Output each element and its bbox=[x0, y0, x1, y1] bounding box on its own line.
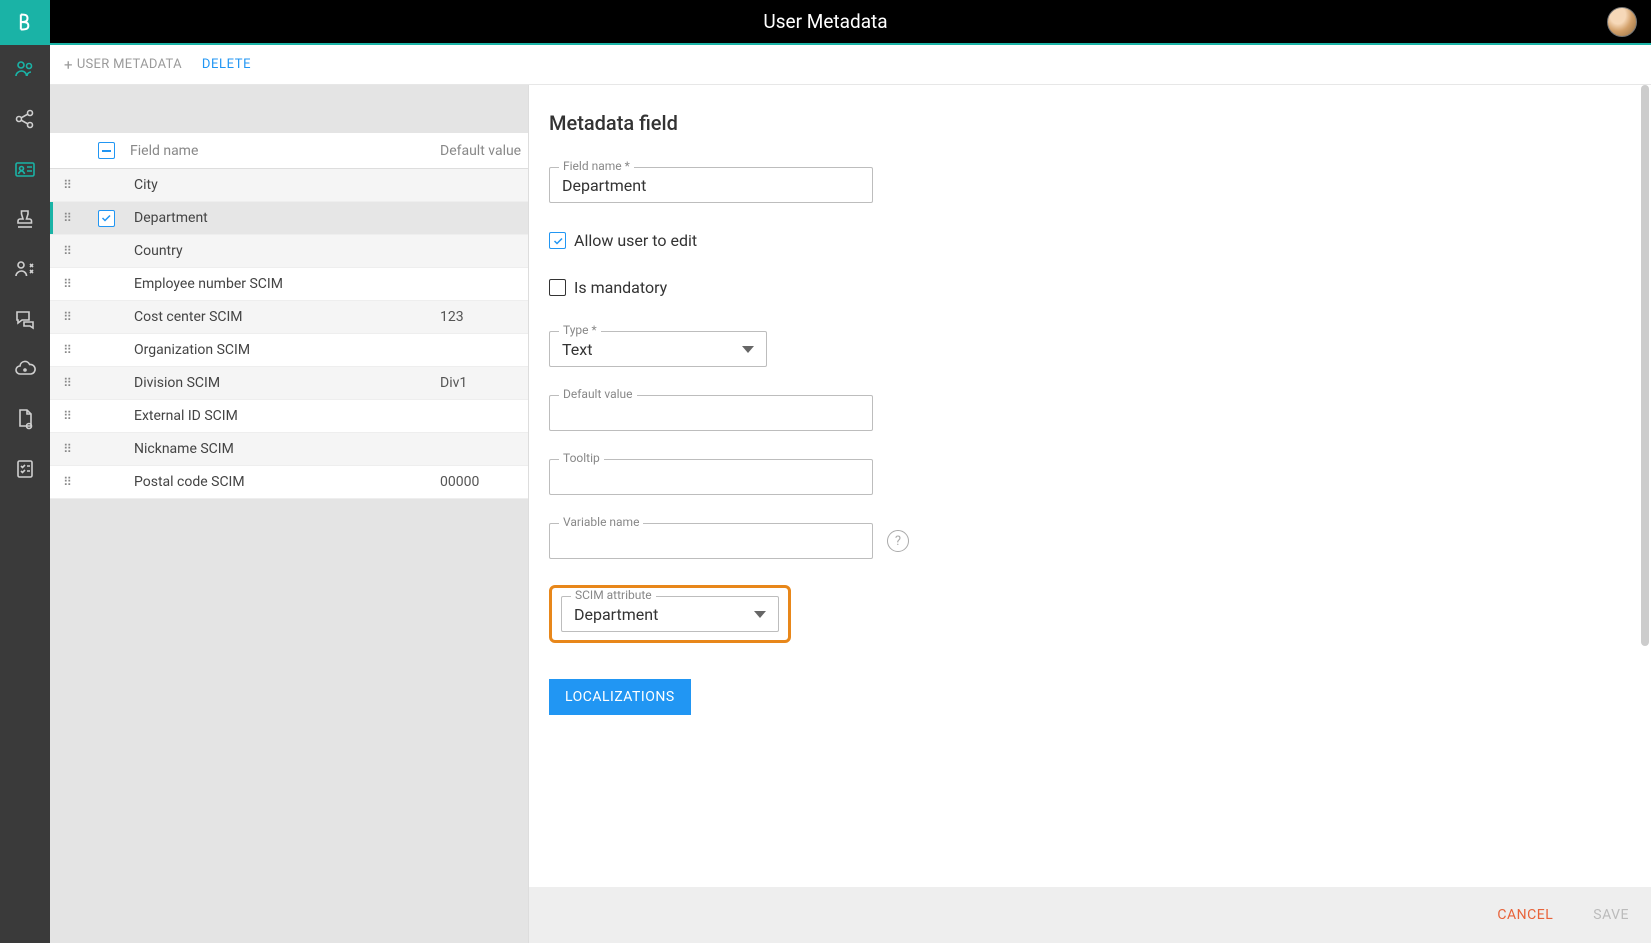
type-label: Type * bbox=[559, 323, 601, 337]
chevron-down-icon bbox=[754, 611, 766, 618]
row-field-name: Employee number SCIM bbox=[130, 276, 440, 292]
row-field-name: Division SCIM bbox=[130, 375, 440, 391]
avatar[interactable] bbox=[1607, 7, 1637, 37]
top-header: User Metadata bbox=[0, 0, 1651, 45]
col-header-field-name[interactable]: Field name bbox=[130, 143, 440, 159]
row-checkbox[interactable] bbox=[98, 210, 115, 227]
scim-attribute-group: SCIM attribute Department bbox=[561, 596, 779, 632]
row-default-value: 123 bbox=[440, 309, 528, 325]
nav-stamp-icon[interactable] bbox=[13, 207, 37, 231]
table-row[interactable]: ⠿ Department bbox=[50, 202, 528, 235]
row-field-name: Organization SCIM bbox=[130, 342, 440, 358]
allow-edit-checkbox[interactable] bbox=[549, 232, 566, 249]
variable-name-group: Variable name bbox=[549, 523, 873, 559]
drag-handle-icon[interactable]: ⠿ bbox=[50, 409, 82, 423]
scim-attribute-highlight: SCIM attribute Department bbox=[549, 585, 791, 643]
detail-footer: CANCEL SAVE bbox=[529, 887, 1651, 943]
tooltip-label: Tooltip bbox=[559, 451, 604, 465]
toolbar: + USER METADATA DELETE bbox=[50, 45, 1651, 85]
nav-checklist-icon[interactable] bbox=[13, 457, 37, 481]
allow-edit-label: Allow user to edit bbox=[574, 231, 697, 250]
table-row[interactable]: ⠿ Employee number SCIM bbox=[50, 268, 528, 301]
table-row[interactable]: ⠿ Country bbox=[50, 235, 528, 268]
chevron-down-icon bbox=[742, 346, 754, 353]
detail-panel-title: Metadata field bbox=[549, 111, 1631, 135]
left-nav-rail bbox=[0, 45, 50, 943]
cancel-button[interactable]: CANCEL bbox=[1497, 907, 1553, 923]
table-row[interactable]: ⠿ Organization SCIM bbox=[50, 334, 528, 367]
allow-edit-row[interactable]: Allow user to edit bbox=[549, 231, 1631, 250]
row-field-name: Nickname SCIM bbox=[130, 441, 440, 457]
row-field-name: Country bbox=[130, 243, 440, 259]
row-field-name: Postal code SCIM bbox=[130, 474, 440, 490]
page-title: User Metadata bbox=[0, 10, 1651, 33]
table-row[interactable]: ⠿ Division SCIMDiv1 bbox=[50, 367, 528, 400]
nav-user-levels-icon[interactable] bbox=[13, 257, 37, 281]
nav-users-icon[interactable] bbox=[13, 57, 37, 81]
drag-handle-icon[interactable]: ⠿ bbox=[50, 376, 82, 390]
default-value-label: Default value bbox=[559, 387, 637, 401]
drag-handle-icon[interactable]: ⠿ bbox=[50, 475, 82, 489]
metadata-grid: Field name Default value ⠿ City ⠿ Departmen… bbox=[50, 133, 528, 499]
col-header-default-value[interactable]: Default value bbox=[440, 143, 528, 159]
nav-share-icon[interactable] bbox=[13, 107, 37, 131]
variable-name-label: Variable name bbox=[559, 515, 643, 529]
detail-scrollbar-thumb[interactable] bbox=[1641, 85, 1649, 646]
localizations-button[interactable]: LOCALIZATIONS bbox=[549, 679, 691, 715]
app-logo[interactable] bbox=[0, 0, 50, 44]
row-field-name: Cost center SCIM bbox=[130, 309, 440, 325]
table-row[interactable]: ⠿ City bbox=[50, 169, 528, 202]
field-name-label: Field name * bbox=[559, 159, 634, 173]
drag-handle-icon[interactable]: ⠿ bbox=[50, 277, 82, 291]
drag-handle-icon[interactable]: ⠿ bbox=[50, 442, 82, 456]
drag-handle-icon[interactable]: ⠿ bbox=[50, 211, 82, 225]
type-value: Text bbox=[562, 340, 592, 359]
nav-id-card-icon[interactable] bbox=[13, 157, 37, 181]
default-value-group: Default value bbox=[549, 395, 1631, 431]
add-button-label: USER METADATA bbox=[77, 57, 182, 72]
type-group: Type * Text bbox=[549, 331, 1631, 367]
help-icon[interactable]: ? bbox=[887, 530, 909, 552]
table-row[interactable]: ⠿ Postal code SCIM00000 bbox=[50, 466, 528, 499]
row-default-value: 00000 bbox=[440, 474, 528, 490]
detail-scrollbar[interactable] bbox=[1641, 85, 1649, 887]
scim-attribute-value: Department bbox=[574, 605, 658, 624]
table-row[interactable]: ⠿ Cost center SCIM123 bbox=[50, 301, 528, 334]
row-field-name: Department bbox=[130, 210, 440, 226]
drag-handle-icon[interactable]: ⠿ bbox=[50, 244, 82, 258]
field-name-group: Field name * bbox=[549, 167, 1631, 203]
drag-handle-icon[interactable]: ⠿ bbox=[50, 178, 82, 192]
scim-attribute-label: SCIM attribute bbox=[571, 588, 656, 602]
add-user-metadata-button[interactable]: + USER METADATA bbox=[64, 56, 182, 74]
table-row[interactable]: ⠿ Nickname SCIM bbox=[50, 433, 528, 466]
drag-handle-icon[interactable]: ⠿ bbox=[50, 310, 82, 324]
row-default-value: Div1 bbox=[440, 375, 528, 391]
select-all-checkbox[interactable] bbox=[98, 142, 115, 159]
tooltip-group: Tooltip bbox=[549, 459, 1631, 495]
detail-pane: Metadata field Field name * Allow user t… bbox=[528, 85, 1651, 943]
table-row[interactable]: ⠿ External ID SCIM bbox=[50, 400, 528, 433]
is-mandatory-checkbox[interactable] bbox=[549, 279, 566, 296]
row-field-name: City bbox=[130, 177, 440, 193]
metadata-table-pane: Field name Default value ⠿ City ⠿ Departmen… bbox=[50, 85, 528, 943]
is-mandatory-label: Is mandatory bbox=[574, 278, 667, 297]
is-mandatory-row[interactable]: Is mandatory bbox=[549, 278, 1631, 297]
nav-chat-icon[interactable] bbox=[13, 307, 37, 331]
nav-document-icon[interactable] bbox=[13, 407, 37, 431]
delete-button[interactable]: DELETE bbox=[202, 57, 251, 72]
row-field-name: External ID SCIM bbox=[130, 408, 440, 424]
nav-cloud-icon[interactable] bbox=[13, 357, 37, 381]
grid-header-row: Field name Default value bbox=[50, 133, 528, 169]
drag-handle-icon[interactable]: ⠿ bbox=[50, 343, 82, 357]
save-button: SAVE bbox=[1593, 907, 1629, 923]
plus-icon: + bbox=[64, 56, 73, 74]
